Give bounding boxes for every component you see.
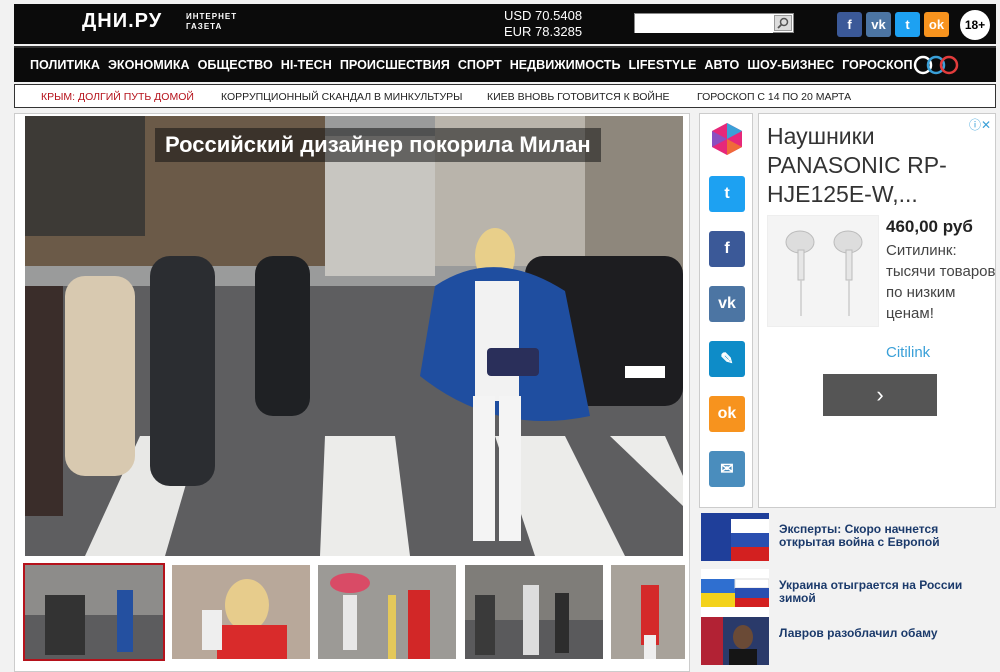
logo-subtitle-line-1: ИНТЕРНЕТ [186,12,238,21]
livejournal-share-icon[interactable]: ✎ [709,341,745,377]
gallery-thumbnails [23,563,685,661]
odnoklassniki-icon[interactable]: ok [924,12,949,37]
top-header: ДНИ.РУ ИНТЕРНЕТ ГАЗЕТА USD 70.5408 EUR 7… [14,4,996,44]
gallery-thumb[interactable] [611,565,685,659]
politician-photo-image [701,617,769,665]
eur-rate: EUR 78.3285 [504,24,583,39]
hot-topic-link[interactable]: КОРРУПЦИОННЫЙ СКАНДАЛ В МИНКУЛЬТУРЫ [221,91,462,103]
nav-item-showbiz[interactable]: ШОУ-БИЗНЕС [747,58,834,72]
news-thumb [701,617,769,665]
news-title[interactable]: Лавров разоблачил обаму [779,627,989,640]
logo-subtitle-line-2: ГАЗЕТА [186,22,223,31]
news-item[interactable]: Украина отыграется на России зимой [699,569,996,621]
page: ДНИ.РУ ИНТЕРНЕТ ГАЗЕТА USD 70.5408 EUR 7… [0,0,1000,672]
article-headline[interactable]: Российский дизайнер покорила Милан [155,128,601,162]
twitter-icon[interactable]: t [895,12,920,37]
thumb-image [172,565,310,659]
currency-rates: USD 70.5408 EUR 78.3285 [504,8,582,40]
thumb-image [465,565,603,659]
nav-item-politics[interactable]: ПОЛИТИКА [30,58,100,72]
nav-items: ПОЛИТИКА ЭКОНОМИКА ОБЩЕСТВО HI-TECH ПРОИ… [30,58,913,72]
usd-rate: USD 70.5408 [504,8,583,23]
vk-icon[interactable]: vk [866,12,891,37]
hot-topic-link[interactable]: КРЫМ: ДОЛГИЙ ПУТЬ ДОМОЙ [41,91,194,103]
search-button[interactable] [774,15,792,31]
partner-logo-icon[interactable] [912,54,962,76]
ad-link[interactable]: Citilink [886,344,930,361]
earphones-image [785,230,863,316]
gallery-thumb[interactable] [172,565,310,659]
news-item[interactable]: Лавров разоблачил обаму [699,617,996,669]
nav-item-realty[interactable]: НЕДВИЖИМОСТЬ [510,58,621,72]
ukraine-russia-flag-image [701,569,769,617]
header-social-links: f vk t ok [837,12,949,37]
twitter-share-icon[interactable]: t [709,176,745,212]
street-fashion-photo [25,116,683,556]
vk-share-icon[interactable]: vk [709,286,745,322]
odnoklassniki-share-icon[interactable]: ok [709,396,745,432]
news-thumb [701,513,769,561]
email-share-icon[interactable]: ✉ [709,451,745,487]
nav-item-horoscope[interactable]: ГОРОСКОП [842,58,912,72]
nav-item-auto[interactable]: АВТО [704,58,739,72]
ad-next-button[interactable]: › [823,374,937,416]
nav-item-hitech[interactable]: HI-TECH [281,58,332,72]
main-nav: ПОЛИТИКА ЭКОНОМИКА ОБЩЕСТВО HI-TECH ПРОИ… [14,46,996,82]
share-column: t f vk ✎ ok ✉ [699,113,753,508]
share-multi-icon-graphic [712,123,742,155]
age-rating-badge: 18+ [960,10,990,40]
nav-item-society[interactable]: ОБЩЕСТВО [198,58,273,72]
hot-topic-link[interactable]: ГОРОСКОП С 14 ПО 20 МАРТА [697,91,851,103]
nav-item-lifestyle[interactable]: LIFESTYLE [629,58,697,72]
ad-description: Ситилинк: тысячи товаров по низким ценам… [886,242,996,322]
nav-item-incidents[interactable]: ПРОИСШЕСТВИЯ [340,58,450,72]
main-article-card: Российский дизайнер покорила Милан [14,113,690,672]
ad-price: 460,00 руб [886,217,973,236]
thumb-image [318,565,456,659]
logo-subtitle: ИНТЕРНЕТ ГАЗЕТА [186,12,237,32]
news-thumb [701,569,769,617]
facebook-share-icon[interactable]: f [709,231,745,267]
gallery-thumb[interactable] [465,565,603,659]
hot-topic-link[interactable]: КИЕВ ВНОВЬ ГОТОВИТСЯ К ВОЙНЕ [487,91,670,103]
site-logo[interactable]: ДНИ.РУ [82,10,162,33]
thumb-image [611,565,685,659]
gallery-thumb[interactable] [318,565,456,659]
ad-product-image[interactable] [767,215,879,327]
search-input[interactable] [635,15,773,33]
thumb-image [25,565,163,659]
eu-russia-flag-image [701,513,769,561]
news-title[interactable]: Украина отыграется на России зимой [779,579,989,605]
hot-topics-bar: КРЫМ: ДОЛГИЙ ПУТЬ ДОМОЙ КОРРУПЦИОННЫЙ СК… [14,84,996,108]
share-multi-icon[interactable] [709,121,745,157]
search-box [634,13,794,33]
news-title[interactable]: Эксперты: Скоро начнется открытая война … [779,523,989,549]
gallery-thumb[interactable] [23,563,165,661]
nav-item-sport[interactable]: СПОРТ [458,58,502,72]
advertisement[interactable]: ⓘ✕ Наушники PANASONIC RP-HJE125E-W,... 4… [758,113,996,508]
nav-item-economy[interactable]: ЭКОНОМИКА [108,58,190,72]
facebook-icon[interactable]: f [837,12,862,37]
news-item[interactable]: Эксперты: Скоро начнется открытая война … [699,513,996,565]
ad-title[interactable]: Наушники PANASONIC RP-HJE125E-W,... [767,122,987,209]
search-icon [777,17,789,29]
main-photo[interactable]: Российский дизайнер покорила Милан [25,116,683,556]
